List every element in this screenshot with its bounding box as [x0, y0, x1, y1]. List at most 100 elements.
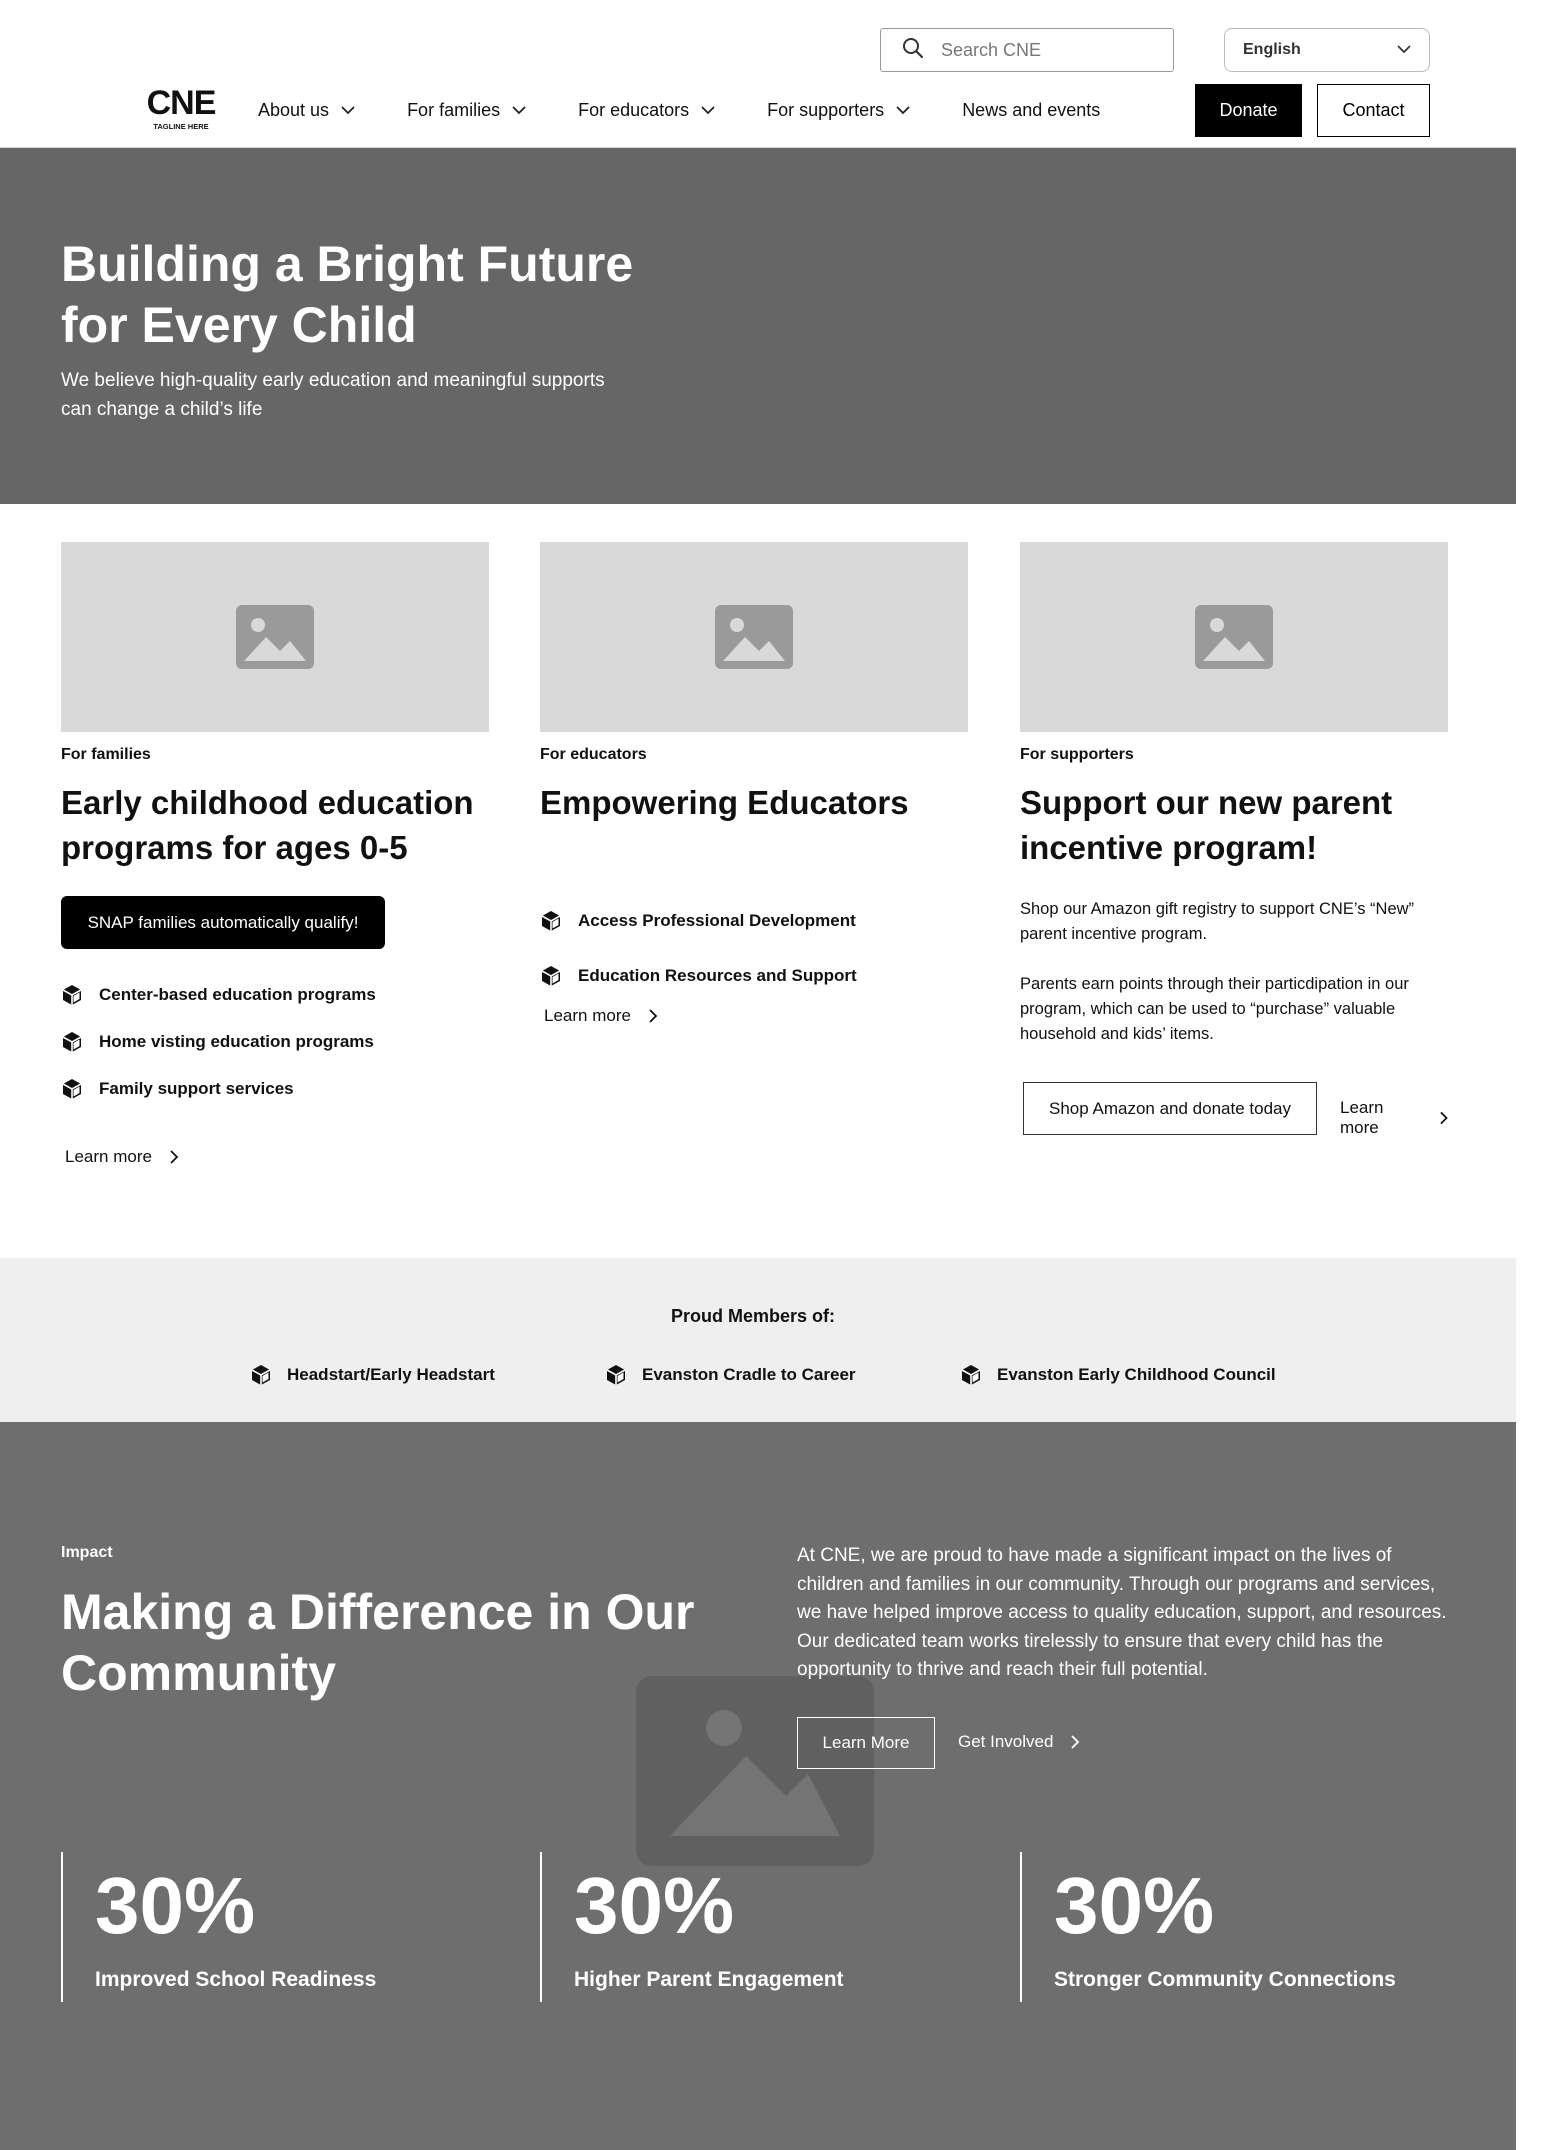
feature-label: Center-based education programs [99, 985, 376, 1004]
members-section: Proud Members of: Headstart/Early Headst… [0, 1258, 1516, 1422]
feature-item: Education Resources and Support [540, 965, 857, 987]
feature-item: Home visting education programs [61, 1031, 374, 1053]
search-placeholder: Search CNE [941, 39, 1042, 60]
logo-tagline: TAGLINE HERE [153, 122, 209, 131]
learn-more-label: Learn more [65, 1147, 152, 1166]
cube-icon [62, 985, 82, 1005]
nav-for-supporters[interactable]: For supporters [767, 100, 910, 121]
stat-label: Improved School Readiness [95, 1968, 377, 1991]
card-category: For educators [540, 746, 647, 763]
card-paragraph: Shop our Amazon gift registry to support… [1020, 900, 1415, 943]
nav-about-us[interactable]: About us [258, 100, 355, 121]
chevron-right-icon [1071, 1735, 1080, 1749]
learn-more-label: Learn more [544, 1006, 631, 1025]
main-nav: About us For families For educators For … [258, 100, 1152, 121]
image-icon [1195, 605, 1273, 669]
hero-section: Building a Bright Future for Every Child… [0, 148, 1516, 504]
snap-qualify-button[interactable]: SNAP families automatically qualify! [61, 896, 385, 949]
stat-value: 30% [95, 1861, 256, 1950]
logo-name: CNE [146, 84, 217, 122]
site-header: Search CNE English CNE TAGLINE HERE Abou… [0, 0, 1516, 148]
hero-title: Building a Bright Future for Every Child [61, 236, 634, 353]
feature-item: Access Professional Development [540, 910, 856, 932]
learn-more-link[interactable]: Learn more [1340, 1098, 1448, 1138]
search-icon [901, 36, 925, 65]
member-item: Evanston Cradle to Career [605, 1364, 856, 1386]
cube-icon [961, 1365, 981, 1385]
chevron-down-icon [1397, 41, 1411, 59]
feature-label: Home visting education programs [99, 1032, 374, 1051]
cube-icon [251, 1365, 271, 1385]
feature-label: Family support services [99, 1079, 294, 1098]
member-item: Headstart/Early Headstart [250, 1364, 495, 1386]
hero-subtitle: We believe high-quality early education … [61, 370, 605, 420]
image-icon [715, 605, 793, 669]
language-select[interactable]: English [1224, 28, 1430, 72]
nav-label: For families [407, 100, 501, 120]
language-value: English [1243, 41, 1301, 58]
card-supporters: For supporters Support our new parent in… [1020, 542, 1448, 1137]
card-educators: For educators Empowering Educators Acces… [540, 542, 968, 1025]
chevron-down-icon [896, 106, 910, 115]
learn-more-label: Learn more [1340, 1098, 1384, 1137]
nav-for-educators[interactable]: For educators [578, 100, 715, 121]
nav-for-families[interactable]: For families [407, 100, 526, 121]
member-item: Evanston Early Childhood Council [960, 1364, 1276, 1386]
cube-icon [62, 1032, 82, 1052]
chevron-right-icon [170, 1150, 179, 1164]
card-paragraph: Parents earn points through their partic… [1020, 975, 1409, 1043]
stat-item: 30% Stronger Community Connections [1020, 1852, 1396, 2002]
stat-label: Higher Parent Engagement [574, 1968, 844, 1991]
chevron-right-icon [1439, 1111, 1448, 1125]
card-title: Early childhood education programs for a… [61, 784, 474, 866]
nav-label: News and events [962, 100, 1101, 120]
stat-label: Stronger Community Connections [1054, 1968, 1396, 1991]
cube-icon [541, 911, 561, 931]
feature-item: Center-based education programs [61, 984, 376, 1006]
cube-icon [541, 966, 561, 986]
card-families: For families Early childhood education p… [61, 542, 489, 1166]
feature-label: Education Resources and Support [578, 966, 857, 985]
member-label: Headstart/Early Headstart [287, 1365, 495, 1384]
page: Search CNE English CNE TAGLINE HERE Abou… [0, 0, 1516, 2150]
image-icon [670, 1710, 840, 1836]
chevron-down-icon [341, 106, 355, 115]
get-involved-link[interactable]: Get Involved [958, 1732, 1080, 1752]
learn-more-link[interactable]: Learn more [65, 1147, 179, 1167]
donate-button[interactable]: Donate [1195, 84, 1302, 137]
learn-more-link[interactable]: Learn more [544, 1006, 658, 1026]
logo[interactable]: CNE TAGLINE HERE [146, 84, 217, 131]
learn-more-button[interactable]: Learn More [797, 1717, 935, 1769]
image-placeholder [61, 542, 489, 732]
impact-title: Making a Difference in Our Community [61, 1584, 695, 1701]
image-placeholder [540, 542, 968, 732]
get-involved-label: Get Involved [958, 1732, 1054, 1751]
card-category: For families [61, 746, 151, 763]
shop-amazon-button[interactable]: Shop Amazon and donate today [1023, 1082, 1317, 1135]
feature-item: Family support services [61, 1078, 294, 1100]
chevron-down-icon [701, 106, 715, 115]
impact-paragraph: At CNE, we are proud to have made a sign… [797, 1545, 1447, 1680]
impact-section: Impact Making a Difference in Our Commun… [0, 1422, 1516, 2150]
background-image-placeholder [636, 1676, 874, 1866]
member-label: Evanston Cradle to Career [642, 1365, 856, 1384]
members-title: Proud Members of: [670, 1306, 835, 1326]
nav-label: About us [258, 100, 330, 120]
feature-label: Access Professional Development [578, 911, 856, 930]
search-input[interactable]: Search CNE [880, 28, 1174, 72]
contact-button[interactable]: Contact [1317, 84, 1430, 137]
nav-label: For educators [578, 100, 690, 120]
cube-icon [606, 1365, 626, 1385]
stat-value: 30% [1054, 1861, 1215, 1950]
chevron-right-icon [649, 1009, 658, 1023]
image-icon [236, 605, 314, 669]
cube-icon [62, 1079, 82, 1099]
impact-eyebrow: Impact [61, 1544, 113, 1561]
member-label: Evanston Early Childhood Council [997, 1365, 1276, 1384]
card-category: For supporters [1020, 746, 1134, 763]
nav-news-and-events[interactable]: News and events [962, 100, 1100, 121]
stat-item: 30% Higher Parent Engagement [540, 1852, 844, 2002]
stat-value: 30% [574, 1861, 735, 1950]
chevron-down-icon [512, 106, 526, 115]
nav-label: For supporters [767, 100, 885, 120]
